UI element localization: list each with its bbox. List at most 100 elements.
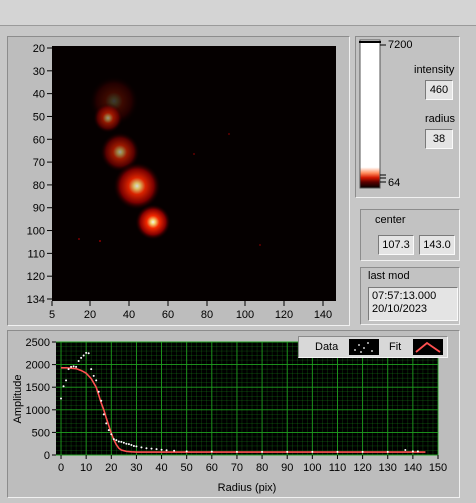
data-point: [145, 447, 148, 450]
data-point: [336, 450, 339, 453]
data-point: [70, 365, 73, 368]
data-point: [160, 448, 163, 451]
x-tick-label: 0: [58, 462, 64, 474]
center-label: center: [375, 214, 406, 226]
data-point: [140, 446, 143, 449]
data-point: [85, 351, 88, 354]
intensity-image-graph[interactable]: 20 30 40 50 60 70 80 90 100 110 120 134 5 20 40 60 80 10…: [7, 36, 350, 326]
y-tick-label: 1000: [26, 405, 50, 417]
y-tick-label: 30: [33, 66, 45, 78]
data-point: [67, 368, 70, 371]
intensity-colorbar[interactable]: [356, 36, 416, 196]
y-tick-label: 50: [33, 111, 45, 123]
data-point: [112, 438, 115, 441]
data-point: [110, 433, 113, 436]
data-point: [87, 352, 90, 355]
data-point: [411, 450, 414, 453]
data-point: [60, 397, 63, 400]
y-tick-label: 110: [27, 248, 45, 260]
colorbar-ramp: [359, 39, 381, 189]
colorbar-min-label: 64: [388, 177, 401, 189]
x-tick-label: 20: [105, 462, 117, 474]
data-point: [90, 368, 93, 371]
x-tick-label: 140: [314, 309, 332, 321]
data-point: [311, 450, 314, 453]
x-tick-label: 90: [281, 462, 293, 474]
data-point: [127, 443, 130, 446]
data-point: [165, 449, 168, 452]
x-tick-label: 10: [80, 462, 92, 474]
last-mod-date: 20/10/2023: [372, 303, 428, 315]
image-plot-area[interactable]: [52, 46, 336, 301]
data-point: [107, 429, 110, 432]
y-tick-label: 120: [27, 271, 45, 283]
plot-legend[interactable]: Data Fit: [298, 336, 448, 358]
data-point: [95, 379, 98, 382]
last-mod-time: 07:57:13.000: [372, 290, 437, 302]
hot-pixel: [78, 238, 80, 240]
y-tick-label: 2500: [26, 337, 50, 349]
data-point: [65, 379, 68, 382]
y-tick-label: 0: [44, 450, 50, 462]
x-tick-label: 100: [303, 462, 321, 474]
x-tick-label: 70: [231, 462, 243, 474]
data-point: [125, 442, 128, 445]
radius-indicator: 38: [425, 129, 453, 149]
x-axis-label: Radius (pix): [218, 482, 277, 494]
y-tick-label: 500: [32, 427, 50, 439]
x-tick-label: 40: [155, 462, 167, 474]
y-tick-label: 40: [33, 89, 45, 101]
data-point: [62, 385, 65, 388]
data-point: [210, 450, 213, 453]
data-point: [261, 450, 264, 453]
data-point: [82, 354, 85, 357]
x-tick-label: 100: [236, 309, 254, 321]
y-tick-label: 134: [27, 294, 45, 306]
legend-data-swatch[interactable]: [349, 339, 379, 355]
legend-fit-swatch[interactable]: [413, 339, 443, 355]
intensity-blob: [113, 162, 161, 210]
data-point: [155, 448, 158, 451]
data-point: [105, 422, 108, 425]
data-point: [361, 450, 364, 453]
intensity-blob: [135, 204, 171, 240]
y-axis-label: Amplitude: [12, 375, 24, 424]
legend-fit-label: Fit: [389, 341, 402, 353]
data-point: [115, 439, 118, 442]
y-tick-label: 1500: [26, 382, 50, 394]
center-x-indicator: 107.3: [378, 235, 414, 255]
x-tick-label: 30: [130, 462, 142, 474]
y-tick-label: 70: [33, 157, 45, 169]
data-point: [386, 450, 389, 453]
hot-pixel: [259, 244, 261, 246]
data-point: [235, 450, 238, 453]
last-mod-label: last mod: [368, 270, 410, 282]
x-tick-label: 60: [206, 462, 218, 474]
intensity-label: intensity: [414, 64, 455, 76]
data-point: [97, 390, 100, 393]
hot-pixel: [99, 240, 101, 242]
y-tick-label: 60: [33, 134, 45, 146]
x-tick-label: 140: [404, 462, 422, 474]
hot-pixel: [228, 133, 230, 135]
x-tick-label: 110: [329, 462, 347, 474]
x-tick-label: 80: [256, 462, 268, 474]
data-point: [173, 449, 176, 452]
x-tick-label: 80: [201, 309, 213, 321]
x-tick-label: 60: [162, 309, 174, 321]
data-point: [92, 374, 95, 377]
last-mod-indicator: 07:57:13.000 20/10/2023: [368, 287, 458, 321]
intensity-blob: [93, 103, 123, 133]
data-point: [416, 450, 419, 453]
y-tick-label: 80: [33, 180, 45, 192]
data-point: [75, 365, 78, 368]
x-tick-label: 150: [429, 462, 447, 474]
data-point: [132, 444, 135, 447]
data-point: [102, 413, 105, 416]
radius-label: radius: [425, 113, 455, 125]
data-point: [117, 440, 120, 443]
y-tick-label: 90: [33, 203, 45, 215]
data-point: [286, 450, 289, 453]
x-tick-label: 130: [379, 462, 397, 474]
data-point: [130, 444, 133, 447]
